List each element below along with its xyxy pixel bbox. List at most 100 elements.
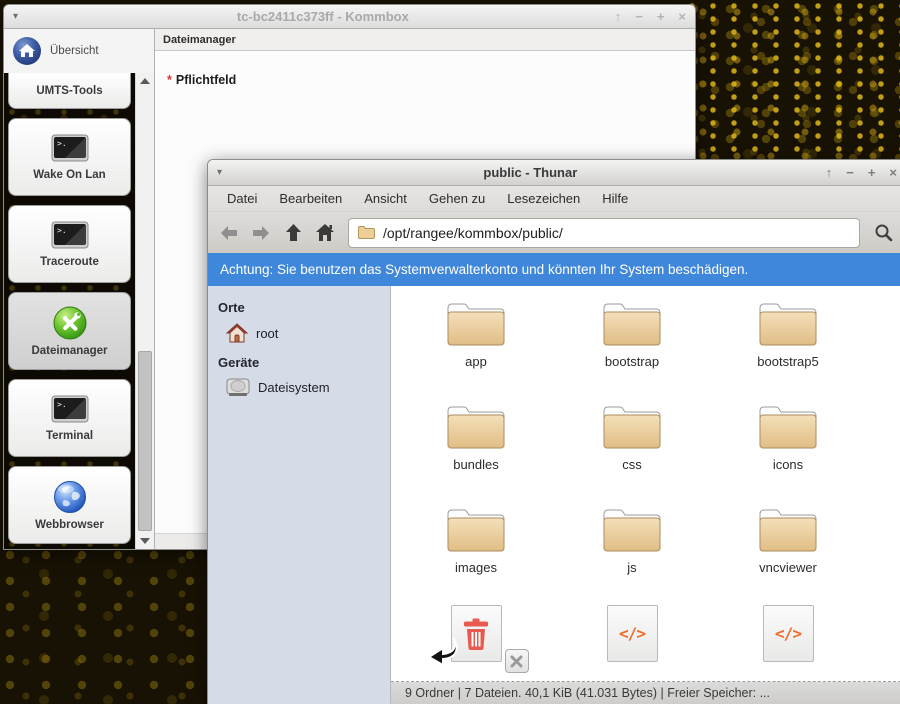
svg-text:>.: >. xyxy=(57,139,67,148)
menu-gehen-zu[interactable]: Gehen zu xyxy=(419,188,495,209)
menu-bearbeiten[interactable]: Bearbeiten xyxy=(269,188,352,209)
sidebar-item-umts-tools[interactable]: UMTS-Tools xyxy=(8,73,131,109)
folder-name: css xyxy=(622,457,642,472)
scrollbar-thumb[interactable] xyxy=(138,351,152,531)
app-button-label: UMTS-Tools xyxy=(36,85,102,97)
kommbox-window-title: tc-bc2411c373ff - Kommbox xyxy=(31,9,615,24)
menu-datei[interactable]: Datei xyxy=(217,188,267,209)
file-item-code-1[interactable]: </> xyxy=(554,605,710,682)
app-button-label: Terminal xyxy=(46,430,93,442)
close-button[interactable]: × xyxy=(678,9,686,24)
deny-drop-badge xyxy=(505,649,529,673)
sidebar-item-traceroute[interactable]: >. Traceroute xyxy=(8,205,131,283)
back-arrow-icon xyxy=(219,225,239,241)
home-button[interactable] xyxy=(312,220,338,246)
sidebar-item-dateimanager[interactable]: Dateimanager xyxy=(8,292,131,370)
close-button[interactable]: × xyxy=(889,165,897,180)
kommbox-sidebar: Übersicht UMTS-Tools >. xyxy=(4,29,155,549)
trash-file-icon xyxy=(451,605,502,662)
forward-arrow-icon xyxy=(251,225,271,241)
sidebar-item-wake-on-lan[interactable]: >. Wake On Lan xyxy=(8,118,131,196)
thunar-statusbar: 9 Ordner | 7 Dateien. 40,1 KiB (41.031 B… xyxy=(391,682,900,704)
sidebar-scrollbar[interactable] xyxy=(135,73,154,549)
terminal-icon: >. xyxy=(51,134,89,164)
folder-icon xyxy=(444,502,508,555)
thunar-titlebar[interactable]: ▾ public - Thunar ↑ − + × xyxy=(208,160,900,186)
places-header: Orte xyxy=(218,300,390,315)
home-icon xyxy=(226,323,248,343)
kommbox-titlebar[interactable]: ▾ tc-bc2411c373ff - Kommbox ↑ − + × xyxy=(4,5,695,29)
back-button[interactable] xyxy=(216,220,242,246)
minimize-button[interactable]: − xyxy=(635,9,643,24)
folder-item-bootstrap5[interactable]: bootstrap5 xyxy=(710,296,866,399)
maximize-button[interactable]: + xyxy=(868,165,876,180)
folder-name: icons xyxy=(773,457,803,472)
app-button-label: Webbrowser xyxy=(35,519,104,531)
minimize-button[interactable]: − xyxy=(846,165,854,180)
folder-item-images[interactable]: images xyxy=(398,502,554,605)
file-icon-view: app bootstrap bootst xyxy=(391,286,900,682)
up-arrow-icon xyxy=(285,223,302,242)
svg-text:>.: >. xyxy=(57,226,67,235)
search-button[interactable] xyxy=(870,220,896,246)
forward-button[interactable] xyxy=(248,220,274,246)
window-menu-icon[interactable]: ▾ xyxy=(217,167,235,178)
app-button-label: Wake On Lan xyxy=(33,169,105,181)
sidebar-item-label: root xyxy=(256,326,278,341)
drag-cursor-icon xyxy=(426,636,460,671)
globe-icon xyxy=(53,480,87,514)
folder-name: app xyxy=(465,354,487,369)
shade-button[interactable]: ↑ xyxy=(615,9,622,24)
folder-item-bootstrap[interactable]: bootstrap xyxy=(554,296,710,399)
scroll-up-icon[interactable] xyxy=(136,73,154,89)
code-file-icon: </> xyxy=(763,605,814,662)
maximize-button[interactable]: + xyxy=(657,9,665,24)
tab-dateimanager[interactable]: Dateimanager xyxy=(163,34,236,46)
folder-icon xyxy=(756,502,820,555)
warning-text: Achtung: Sie benutzen das Systemverwalte… xyxy=(220,262,748,277)
folder-name: bootstrap xyxy=(605,354,659,369)
desktop: ▾ tc-bc2411c373ff - Kommbox ↑ − + × Über… xyxy=(0,0,900,704)
app-button-label: Traceroute xyxy=(40,256,99,268)
window-menu-icon[interactable]: ▾ xyxy=(13,11,31,22)
sidebar-item-root[interactable]: root xyxy=(226,323,390,343)
file-item-code-2[interactable]: </> xyxy=(710,605,866,682)
folder-item-icons[interactable]: icons xyxy=(710,399,866,502)
code-glyph: </> xyxy=(619,624,645,643)
required-label: Pflichtfeld xyxy=(176,73,236,87)
folder-item-bundles[interactable]: bundles xyxy=(398,399,554,502)
folder-item-app[interactable]: app xyxy=(398,296,554,399)
sidebar-item-webbrowser[interactable]: Webbrowser xyxy=(8,466,131,544)
path-field[interactable]: /opt/rangee/kommbox/public/ xyxy=(348,218,860,248)
kommbox-tabbar: Dateimanager xyxy=(155,29,695,51)
menu-hilfe[interactable]: Hilfe xyxy=(592,188,638,209)
shade-button[interactable]: ↑ xyxy=(826,165,833,180)
scroll-down-icon[interactable] xyxy=(136,533,154,549)
kommbox-app-list: UMTS-Tools >. Wake On Lan xyxy=(4,73,135,549)
folder-item-js[interactable]: js xyxy=(554,502,710,605)
menu-lesezeichen[interactable]: Lesezeichen xyxy=(497,188,590,209)
search-icon xyxy=(874,223,893,242)
app-button-label: Dateimanager xyxy=(31,345,107,357)
menu-ansicht[interactable]: Ansicht xyxy=(354,188,417,209)
up-button[interactable] xyxy=(280,220,306,246)
folder-item-vncviewer[interactable]: vncviewer xyxy=(710,502,866,605)
overview-label: Übersicht xyxy=(50,45,99,57)
close-x-icon xyxy=(510,655,523,668)
folder-icon xyxy=(444,296,508,349)
folder-icon xyxy=(756,296,820,349)
sidebar-item-label: Dateisystem xyxy=(258,380,330,395)
sidebar-item-dateisystem[interactable]: Dateisystem xyxy=(226,378,390,397)
home-icon xyxy=(315,223,335,242)
tools-icon xyxy=(53,306,87,340)
devices-header: Geräte xyxy=(218,355,390,370)
overview-button[interactable]: Übersicht xyxy=(4,29,154,73)
folder-item-css[interactable]: css xyxy=(554,399,710,502)
path-text[interactable]: /opt/rangee/kommbox/public/ xyxy=(383,225,563,241)
folder-small-icon xyxy=(357,225,376,240)
sidebar-item-terminal[interactable]: >. Terminal xyxy=(8,379,131,457)
folder-name: bootstrap5 xyxy=(757,354,818,369)
folder-icon xyxy=(756,399,820,452)
terminal-icon: >. xyxy=(51,395,89,425)
file-item-trash[interactable] xyxy=(398,605,554,682)
